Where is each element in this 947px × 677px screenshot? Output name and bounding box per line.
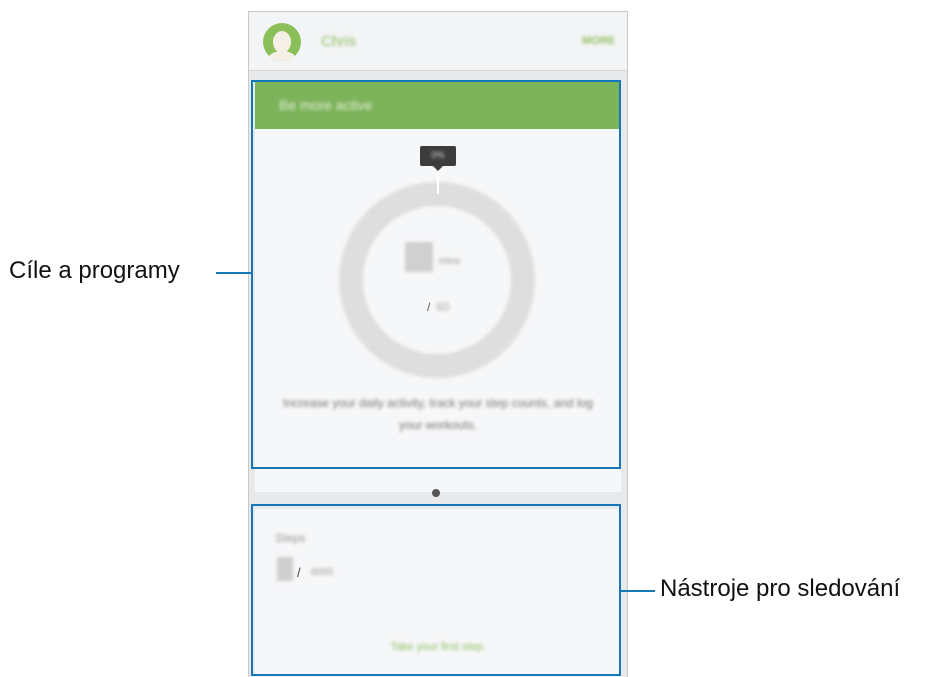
goals-highlight-frame — [251, 80, 621, 469]
avatar[interactable] — [263, 23, 301, 61]
trackers-callout-label: Nástroje pro sledování — [660, 575, 901, 602]
goals-callout-label: Cíle a programy — [9, 257, 180, 284]
avatar-body-icon — [268, 51, 296, 61]
header: Chris MORE — [249, 12, 627, 71]
avatar-face-icon — [273, 31, 291, 53]
more-button[interactable]: MORE — [582, 35, 615, 47]
trackers-highlight-frame — [251, 504, 621, 676]
page-indicator-dot — [432, 489, 440, 497]
goals-callout-line — [216, 272, 251, 274]
user-name[interactable]: Chris — [321, 33, 356, 50]
trackers-callout-line — [621, 590, 655, 592]
